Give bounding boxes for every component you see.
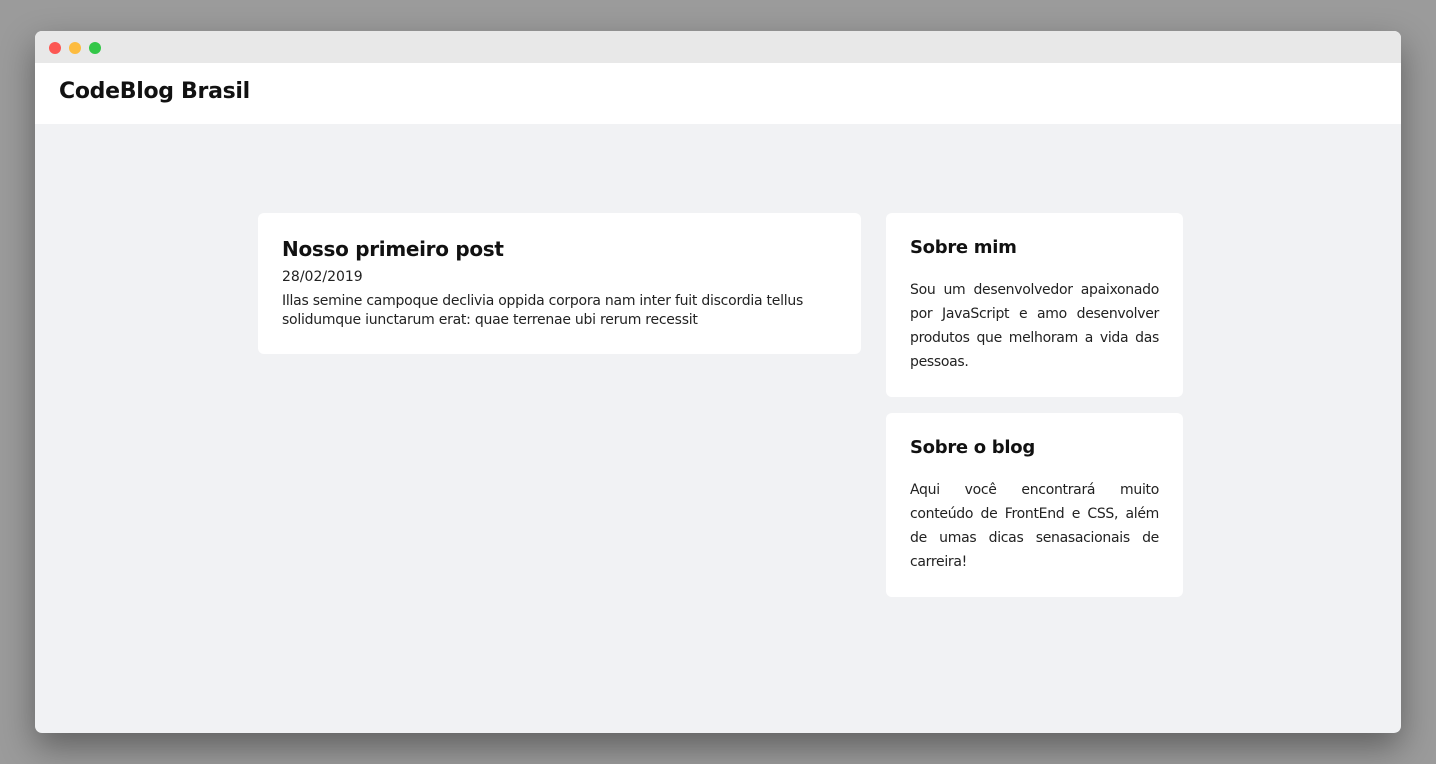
about-blog-title: Sobre o blog [910,437,1035,458]
browser-window: CodeBlog Brasil Nosso primeiro post 28/0… [35,31,1401,733]
window-close-button[interactable] [49,42,61,54]
post-card[interactable]: Nosso primeiro post 28/02/2019 Illas sem… [258,213,861,354]
sidebar-card-about-me: Sobre mim Sou um desenvolvedor apaixonad… [886,213,1183,397]
about-me-title: Sobre mim [910,237,1017,258]
sidebar-card-about-blog: Sobre o blog Aqui você encontrará muito … [886,413,1183,597]
post-title[interactable]: Nosso primeiro post [282,237,504,261]
post-date: 28/02/2019 [282,269,363,285]
window-minimize-button[interactable] [69,42,81,54]
about-me-text: Sou um desenvolvedor apaixonado por Java… [910,282,1159,370]
site-brand[interactable]: CodeBlog Brasil [59,79,250,104]
about-blog-text: Aqui você encontrará muito conteúdo de F… [910,482,1159,570]
window-maximize-button[interactable] [89,42,101,54]
window-titlebar [35,31,1401,63]
site-header: CodeBlog Brasil [35,63,1401,124]
post-excerpt: Illas semine campoque declivia oppida co… [282,293,804,328]
